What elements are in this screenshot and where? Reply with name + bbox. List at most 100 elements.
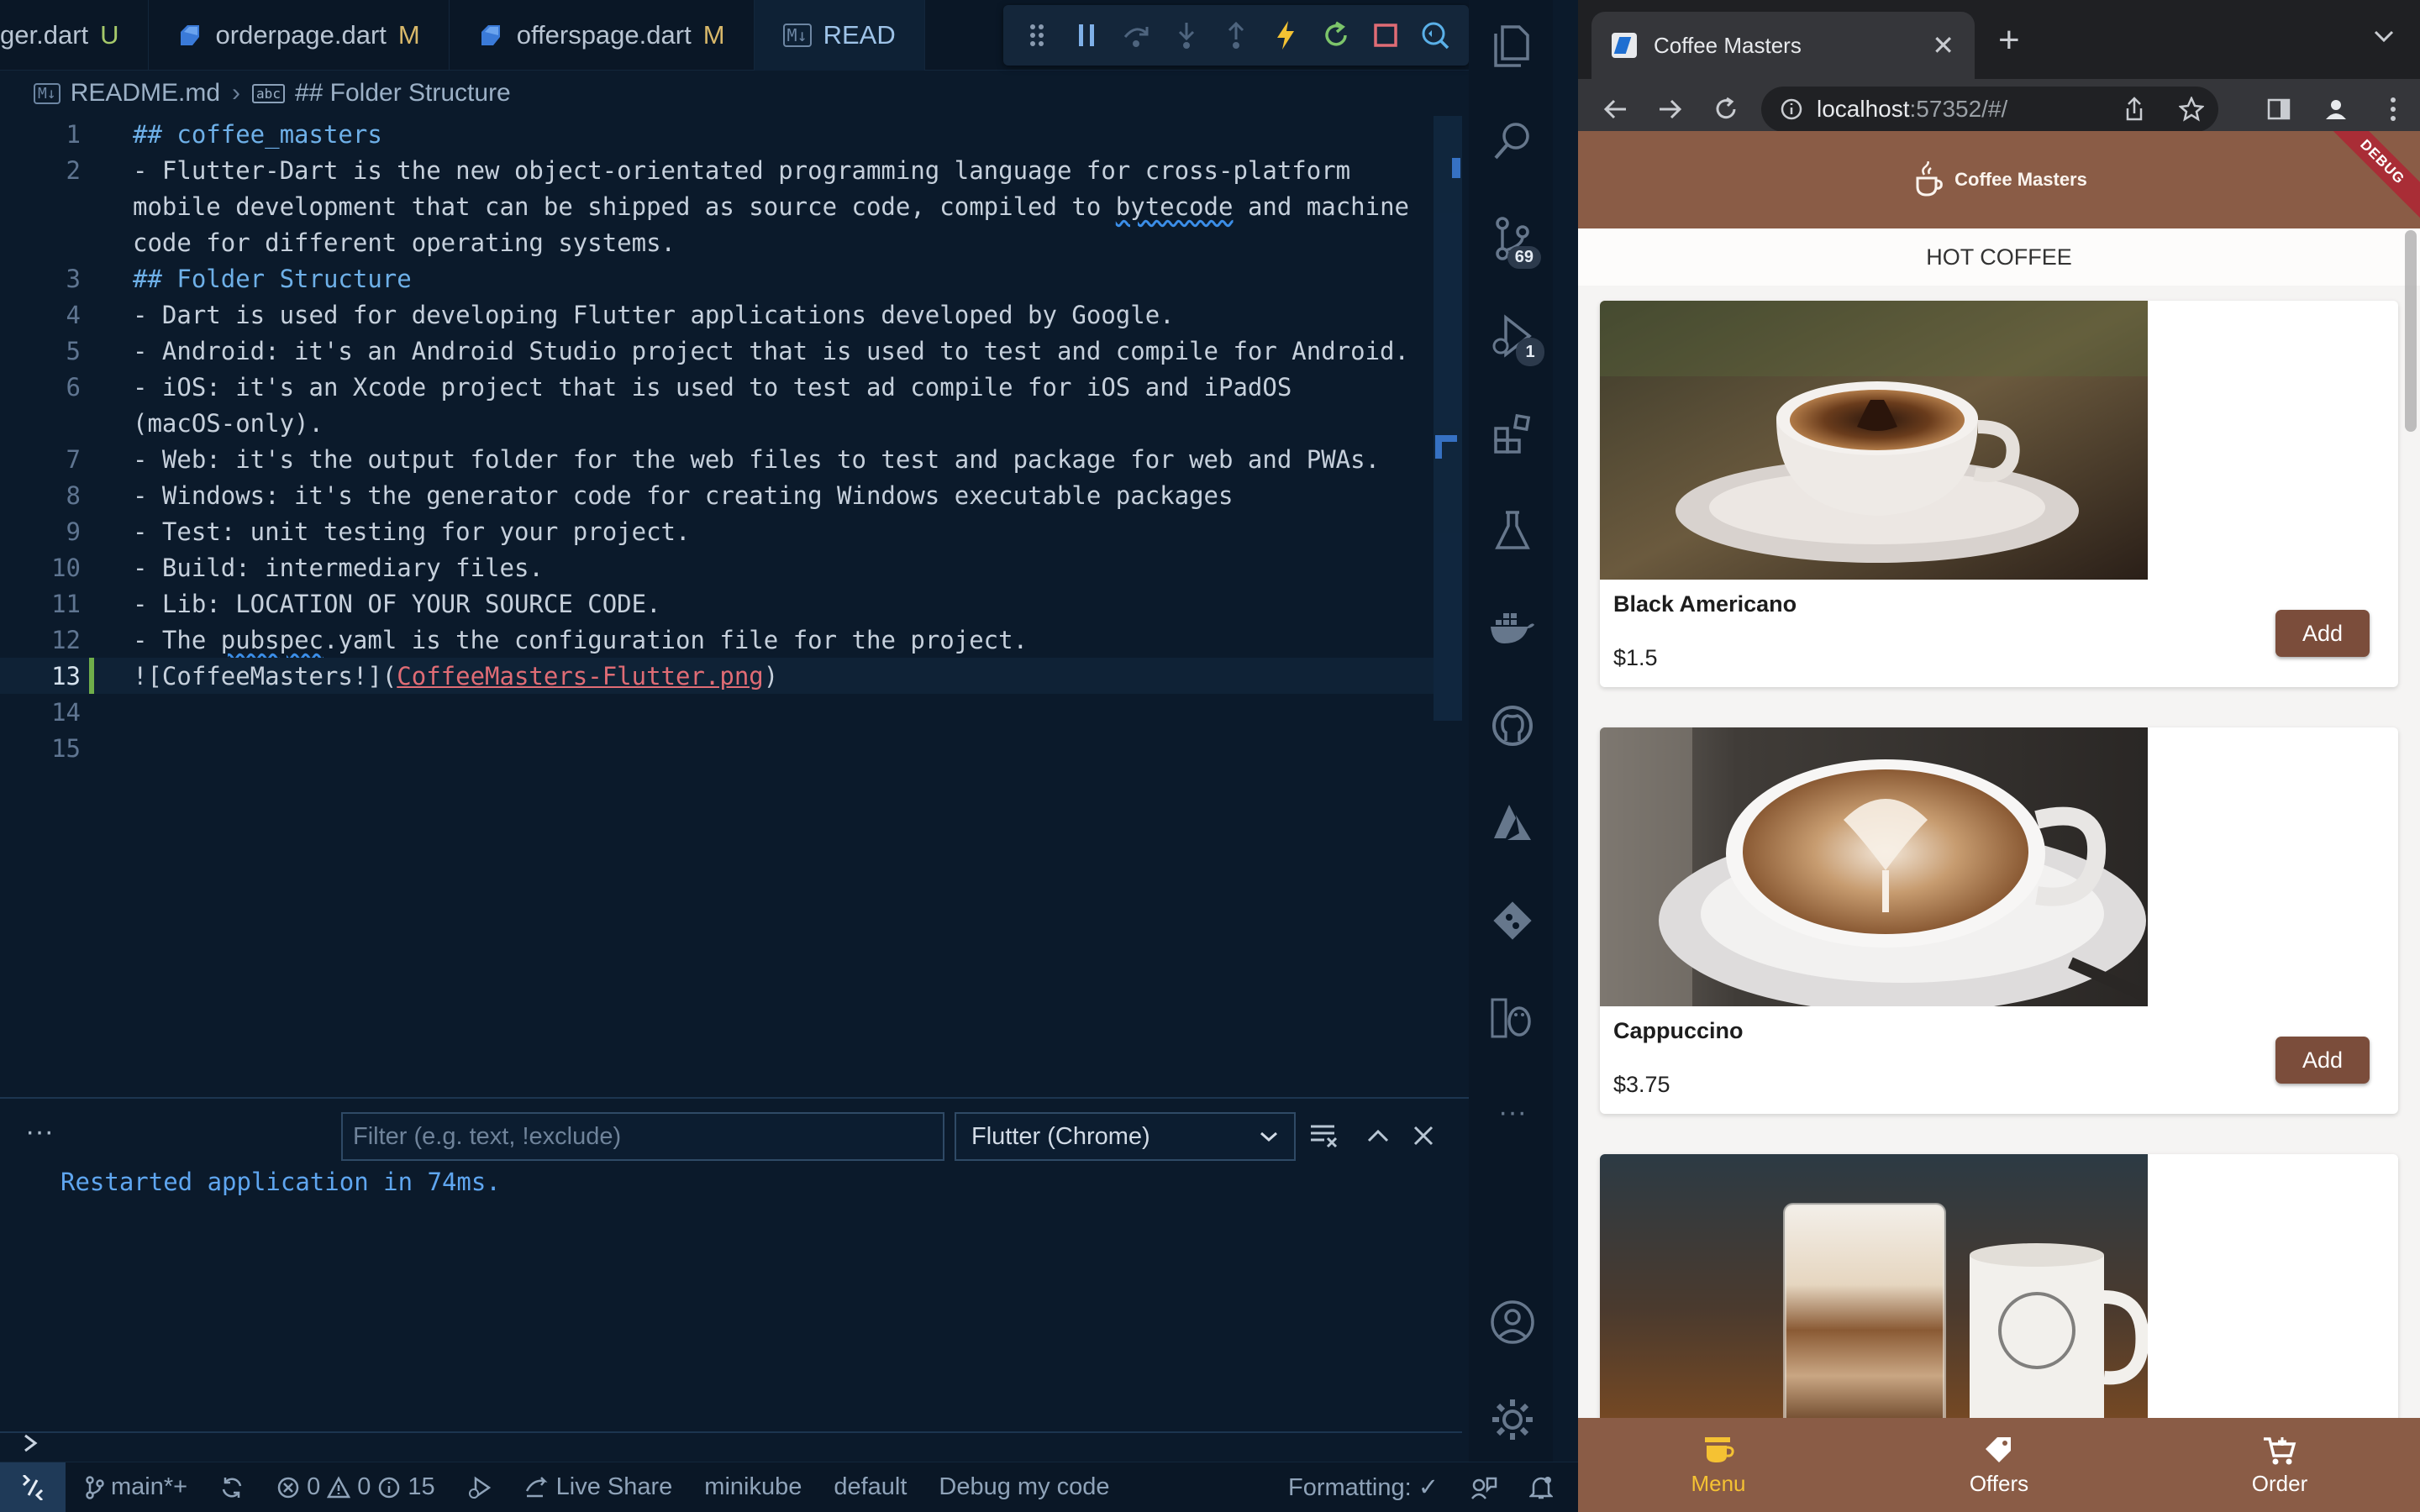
pause-icon[interactable] (1068, 17, 1105, 54)
info-count: 15 (408, 1473, 435, 1500)
editor-line[interactable]: 10 - Build: intermediary files. (0, 549, 1434, 585)
editor-line[interactable]: 3 ## Folder Structure (0, 260, 1434, 297)
search-icon[interactable] (1489, 118, 1536, 165)
editor-line[interactable]: 15 (0, 730, 1434, 766)
editor-line[interactable]: (macOS-only). (0, 405, 1434, 441)
error-icon (277, 1477, 299, 1498)
spelling-warning[interactable]: bytecode (1116, 192, 1234, 221)
bookmark-star-icon[interactable] (2173, 91, 2210, 128)
forward-arrow-icon[interactable] (1652, 91, 1689, 128)
problems-summary[interactable]: 0 0 15 (276, 1473, 435, 1501)
new-tab-button[interactable]: + (1998, 22, 2020, 59)
breadcrumb-file[interactable]: README.md (71, 79, 220, 108)
tab-offerspage-dart[interactable]: offerspage.dart M (450, 0, 755, 71)
coffee-cup-icon (1705, 1436, 1734, 1462)
console-input-chevron-icon[interactable] (22, 1433, 40, 1453)
tab-manager-dart[interactable]: ger.dart U (0, 0, 149, 71)
notifications-icon[interactable] (1529, 1475, 1553, 1500)
extensions-icon[interactable] (1489, 410, 1536, 457)
editor-line[interactable]: 12 - The pubspec.yaml is the configuratio… (0, 622, 1434, 658)
line-number: 8 (66, 480, 81, 510)
breadcrumb-symbol[interactable]: ## Folder Structure (295, 79, 511, 108)
github-icon[interactable] (1489, 702, 1536, 749)
code-text: code for different operating systems. (133, 228, 676, 257)
line-number: 1 (66, 119, 81, 149)
docker-icon[interactable] (1489, 605, 1536, 652)
testing-flask-icon[interactable] (1489, 507, 1536, 554)
drag-handle-icon[interactable] (1018, 17, 1055, 54)
azure-icon[interactable] (1489, 800, 1536, 847)
editor-line[interactable]: code for different operating systems. (0, 224, 1434, 260)
explorer-icon[interactable] (1489, 20, 1536, 67)
gear-icon[interactable] (1489, 1396, 1536, 1443)
editor-line[interactable]: 5 - Android: it's an Android Studio proje… (0, 333, 1434, 369)
namespace-status[interactable]: default (834, 1473, 907, 1501)
debug-mode-status[interactable]: Debug my code (939, 1473, 1109, 1501)
tab-orderpage-dart[interactable]: orderpage.dart M (149, 0, 450, 71)
remote-linux-icon[interactable] (1489, 995, 1536, 1042)
nav-item-order[interactable]: Order (2139, 1418, 2420, 1512)
nav-item-menu[interactable]: Menu (1578, 1418, 1859, 1512)
hot-reload-icon[interactable] (1267, 17, 1304, 54)
kebab-menu-icon[interactable] (2375, 91, 2412, 128)
git-graph-icon[interactable] (1489, 897, 1536, 944)
page-scrollbar[interactable] (2405, 230, 2417, 432)
debug-session-select[interactable]: Flutter (Chrome) (955, 1112, 1296, 1161)
line-text: - Test: unit testing for your project. (133, 517, 690, 546)
editor-scrollbar[interactable] (1434, 116, 1462, 721)
step-over-icon[interactable] (1118, 17, 1155, 54)
editor-line[interactable]: 9 - Test: unit testing for your project. (0, 513, 1434, 549)
live-share-button[interactable]: Live Share (524, 1473, 672, 1501)
formatting-status[interactable]: Formatting: ✓ (1288, 1473, 1439, 1502)
source-control-icon[interactable]: 69 (1489, 215, 1541, 269)
editor-line[interactable]: 14 (0, 694, 1434, 730)
console-filter-input[interactable] (341, 1112, 944, 1161)
add-to-order-button[interactable]: Add (2275, 610, 2370, 657)
feedback-icon[interactable] (1470, 1475, 1497, 1500)
code-editor[interactable]: 1 ## coffee_masters 2 - Flutter-Dart is the… (0, 116, 1434, 1097)
clear-console-icon[interactable] (1307, 1119, 1341, 1152)
nav-item-offers[interactable]: Offers (1859, 1418, 2139, 1512)
remote-indicator-icon[interactable] (0, 1462, 66, 1512)
run-debug-icon[interactable]: 1 (1489, 312, 1544, 366)
markdown-link-url[interactable]: CoffeeMasters-Flutter.png (397, 662, 764, 690)
step-out-icon[interactable] (1218, 17, 1255, 54)
editor-line[interactable]: mobile development that can be shipped a… (0, 188, 1434, 224)
editor-line[interactable]: 2 - Flutter-Dart is the new object-orient… (0, 152, 1434, 188)
more-actions-icon[interactable]: ··· (25, 1116, 54, 1148)
inspect-icon[interactable] (1417, 17, 1454, 54)
accounts-icon[interactable] (1489, 1299, 1536, 1346)
git-branch[interactable]: main*+ (86, 1473, 187, 1501)
chevron-down-icon[interactable] (2373, 29, 2395, 44)
back-arrow-icon[interactable] (1597, 91, 1634, 128)
editor-line[interactable]: 13 ![CoffeeMasters!](CoffeeMasters-Flutte… (0, 658, 1434, 694)
sync-icon[interactable] (219, 1475, 245, 1500)
editor-line[interactable]: 8 - Windows: it's the generator code for … (0, 477, 1434, 513)
close-panel-icon[interactable] (1407, 1119, 1440, 1152)
editor-line[interactable]: 1 ## coffee_masters (0, 116, 1434, 152)
more-views-icon[interactable]: ··· (1489, 1089, 1536, 1136)
line-number: 14 (51, 697, 81, 727)
add-to-order-button[interactable]: Add (2275, 1037, 2370, 1084)
editor-line[interactable]: 6 - iOS: it's an Xcode project that is us… (0, 369, 1434, 405)
share-icon[interactable] (2116, 91, 2153, 128)
minikube-status[interactable]: minikube (704, 1473, 802, 1501)
spelling-warning[interactable]: pubspec (221, 626, 324, 654)
profile-avatar-icon[interactable] (2317, 91, 2354, 128)
flutter-app-viewport: Coffee Masters DEBUG HOT COFFEE Black Am… (1578, 131, 2420, 1512)
editor-line[interactable]: 11 - Lib: LOCATION OF YOUR SOURCE CODE. (0, 585, 1434, 622)
editor-line[interactable]: 4 - Dart is used for developing Flutter a… (0, 297, 1434, 333)
side-panel-icon[interactable] (2260, 91, 2297, 128)
line-number: 10 (51, 553, 81, 582)
stop-icon[interactable] (1367, 17, 1404, 54)
debug-run-icon[interactable] (467, 1475, 492, 1500)
code-text: ) (763, 661, 779, 690)
step-into-icon[interactable] (1168, 17, 1205, 54)
editor-line[interactable]: 7 - Web: it's the output folder for the w… (0, 441, 1434, 477)
tab-readme[interactable]: M↓ READ (754, 0, 925, 71)
maximize-panel-icon[interactable] (1361, 1119, 1395, 1152)
reload-icon[interactable] (1707, 91, 1744, 128)
close-icon[interactable]: ✕ (1932, 29, 1954, 61)
restart-icon[interactable] (1318, 17, 1355, 54)
browser-tab[interactable]: Coffee Masters ✕ (1591, 12, 1975, 79)
